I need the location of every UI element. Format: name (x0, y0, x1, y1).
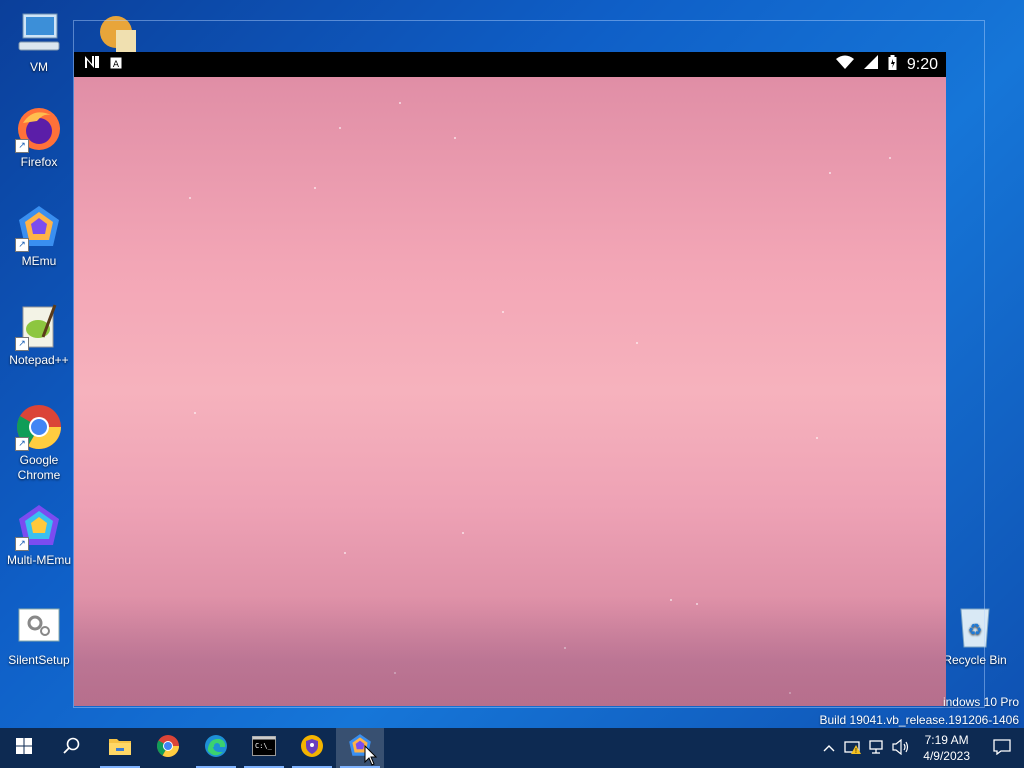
network-button[interactable] (865, 739, 889, 758)
shortcut-arrow-icon: ↗ (15, 337, 29, 351)
firefox-icon: ↗ (15, 105, 63, 153)
wifi-icon (835, 55, 854, 74)
desktop-icon-label: MEmu (21, 254, 57, 268)
multi-memu-icon: ↗ (15, 503, 63, 551)
network-icon (869, 739, 885, 758)
chrome-icon: ↗ (15, 403, 63, 451)
battery-icon (888, 54, 897, 75)
file-explorer-button[interactable] (96, 728, 144, 768)
shield-app-icon (300, 734, 324, 763)
chrome-taskbar-button[interactable] (144, 728, 192, 768)
shortcut-arrow-icon: ↗ (15, 437, 29, 451)
shield-app-taskbar-button[interactable] (288, 728, 336, 768)
desktop-icon-label: Google Chrome (17, 453, 61, 482)
shortcut-arrow-icon: ↗ (15, 537, 29, 551)
volume-icon (892, 738, 910, 758)
signal-icon (863, 55, 878, 74)
svg-text:C:\_: C:\_ (255, 742, 273, 750)
desktop-icon-vm[interactable]: VM (2, 10, 76, 75)
action-center-button[interactable] (980, 738, 1024, 758)
terminal-taskbar-button[interactable]: C:\_ (240, 728, 288, 768)
computer-icon (15, 10, 63, 58)
taskbar-clock[interactable]: 7:19 AM 4/9/2023 (913, 732, 980, 764)
android-wallpaper (74, 77, 946, 706)
start-icon (16, 737, 32, 759)
svg-text:!: ! (855, 748, 857, 755)
desktop-icon-firefox[interactable]: ↗ Firefox (2, 105, 76, 170)
memu-icon: ↗ (15, 204, 63, 252)
desktop-icon-label: Firefox (20, 155, 58, 169)
shortcut-arrow-icon: ↗ (15, 139, 29, 153)
n-notification-icon (84, 55, 100, 74)
notification-icon (993, 738, 1011, 758)
chevron-up-icon (823, 741, 835, 755)
taskbar: C:\_ ! 7:19 AM 4/9/2023 (0, 728, 1024, 768)
shortcut-arrow-icon: ↗ (15, 238, 29, 252)
android-screen[interactable]: A 9:20 (74, 52, 946, 706)
system-tray: ! 7:19 AM 4/9/2023 (817, 728, 1024, 768)
volume-button[interactable] (889, 738, 913, 758)
mouse-cursor-icon (364, 744, 378, 768)
edge-taskbar-button[interactable] (192, 728, 240, 768)
search-button[interactable] (48, 728, 96, 768)
desktop-icon-label: VM (30, 60, 48, 74)
start-button[interactable] (0, 728, 48, 768)
clock-time: 7:19 AM (924, 733, 969, 747)
windows-build-watermark: Build 19041.vb_release.191206-1406 (819, 713, 1020, 727)
network-warning-icon: ! (844, 739, 862, 758)
edge-icon (204, 734, 228, 763)
search-icon (63, 737, 81, 760)
desktop-icon-silentsetup[interactable]: SilentSetup (2, 603, 76, 668)
notepadpp-icon: ↗ (15, 303, 63, 351)
file-explorer-icon (108, 736, 132, 761)
desktop-icon-notepadpp[interactable]: ↗ Notepad++ (2, 303, 76, 368)
desktop-icon-label: Notepad++ (9, 353, 69, 367)
settings-window-icon (15, 603, 63, 651)
desktop-icon-label: Multi-MEmu (6, 553, 71, 567)
show-hidden-icons-button[interactable] (817, 741, 841, 755)
chrome-icon (156, 734, 180, 763)
desktop-icon-multi-memu[interactable]: ↗ Multi-MEmu (2, 503, 76, 568)
desktop-icon-chrome[interactable]: ↗ Google Chrome (2, 403, 76, 483)
a-notification-icon: A (110, 56, 122, 74)
windows-edition-watermark: indows 10 Pro (942, 695, 1019, 709)
android-status-bar: A 9:20 (74, 52, 946, 77)
desktop-icon-memu[interactable]: ↗ MEmu (2, 204, 76, 269)
clock-date: 4/9/2023 (923, 749, 970, 763)
terminal-icon: C:\_ (252, 735, 276, 761)
network-warning-button[interactable]: ! (841, 739, 865, 758)
android-clock: 9:20 (906, 55, 938, 73)
svg-text:A: A (113, 60, 120, 69)
desktop-icon-label: SilentSetup (8, 653, 70, 667)
